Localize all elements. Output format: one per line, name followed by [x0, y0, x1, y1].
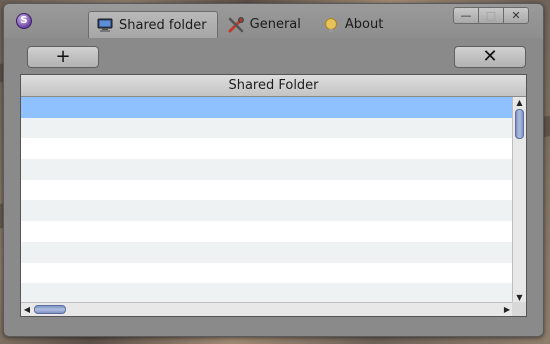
table-row[interactable] [21, 179, 513, 201]
shared-folder-table: Shared Folder ▲ ▼ ◀ ▶ [20, 74, 527, 317]
table-row[interactable] [21, 159, 513, 180]
tab-label: Shared folder [119, 17, 207, 33]
vertical-scroll-thumb[interactable] [515, 109, 524, 139]
table-row[interactable] [21, 138, 513, 160]
tab-general[interactable]: General [218, 11, 313, 38]
scroll-up-icon[interactable]: ▲ [513, 97, 526, 109]
tab-bar: Shared folder General About [88, 11, 395, 38]
table-row[interactable] [21, 221, 513, 242]
table-row[interactable] [21, 117, 513, 139]
column-header-shared-folder[interactable]: Shared Folder [21, 75, 526, 97]
minimize-button[interactable]: — [453, 7, 479, 24]
tools-icon [228, 16, 244, 33]
table-row[interactable] [21, 200, 513, 222]
table-body [21, 97, 513, 304]
title-bar: S Shared folder General About — □ ✕ [4, 4, 543, 38]
add-folder-button[interactable]: + [27, 46, 99, 68]
maximize-button[interactable]: □ [478, 7, 504, 24]
remove-folder-button[interactable]: ✕ [454, 46, 526, 68]
vertical-scrollbar[interactable]: ▲ ▼ [512, 97, 526, 304]
tab-label: General [249, 17, 301, 32]
window-controls: — □ ✕ [453, 7, 529, 24]
scroll-corner [512, 302, 526, 316]
table-row[interactable] [21, 283, 513, 304]
app-logo-icon: S [16, 13, 32, 29]
horizontal-scrollbar[interactable]: ◀ ▶ [21, 302, 513, 316]
scroll-left-icon[interactable]: ◀ [21, 303, 33, 316]
table-row[interactable] [21, 262, 513, 284]
horizontal-scroll-thumb[interactable] [34, 305, 66, 314]
table-row[interactable] [21, 241, 513, 263]
table-row[interactable] [21, 97, 513, 118]
tab-about[interactable]: About [313, 11, 395, 38]
tab-shared-folder[interactable]: Shared folder [88, 11, 218, 38]
app-window: S Shared folder General About — □ ✕ + ✕ … [3, 3, 544, 337]
tab-label: About [344, 17, 384, 32]
computer-icon [97, 17, 113, 33]
info-bulb-icon [323, 17, 339, 33]
close-button[interactable]: ✕ [503, 7, 529, 24]
